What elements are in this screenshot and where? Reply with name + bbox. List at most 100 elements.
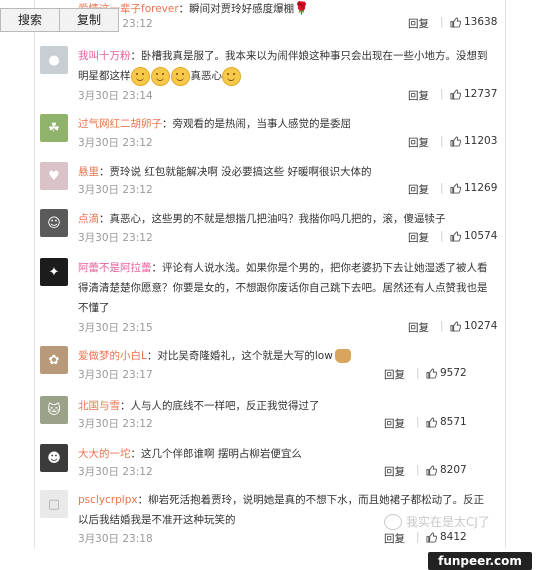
thumb-up-icon: [426, 416, 437, 428]
reply-link[interactable]: 回复: [384, 367, 405, 382]
comment-text: 我叫十万粉：卧槽我真是服了。我本来以为闹伴娘这种事只会出现在一些小地方。没想到明…: [78, 46, 488, 86]
like-count: 8412: [440, 531, 467, 543]
comment-text: 点滴：真恶心，这些男的不就是想揩几把油吗？我揩你吗几把的，滚，傻逼犊子: [78, 209, 488, 229]
wechat-icon: [384, 513, 402, 530]
comment-body: ：这几个伴郎谁啊 摆明占柳岩便宜么: [130, 448, 302, 460]
thumb-up-icon: [426, 531, 437, 543]
smile-emoji-icon: [170, 66, 190, 86]
avatar[interactable]: ▢: [40, 490, 68, 518]
like-button[interactable]: 8207: [426, 464, 467, 476]
avatar[interactable]: ☺: [40, 209, 68, 237]
reply-link[interactable]: 回复: [408, 88, 429, 103]
like-button[interactable]: 9572: [426, 367, 467, 379]
comment-time: 3月30日 23:12: [78, 232, 153, 244]
comment-username[interactable]: psclycrplpx: [78, 494, 138, 506]
comment-body-tail: 真恶心: [190, 70, 223, 82]
divider: |: [440, 16, 444, 28]
smile-emoji-icon: [222, 66, 241, 86]
comment-username[interactable]: 爱做梦的小白L: [78, 350, 147, 362]
avatar[interactable]: ♥: [40, 162, 68, 190]
context-toolbar: 搜索 复制: [0, 8, 119, 32]
reply-link[interactable]: 回复: [408, 16, 429, 31]
avatar[interactable]: ✿: [40, 346, 68, 374]
like-count: 8571: [440, 416, 467, 428]
reply-link[interactable]: 回复: [408, 320, 429, 335]
thumb-up-icon: [426, 367, 437, 379]
like-button[interactable]: 11203: [450, 135, 497, 147]
like-button[interactable]: 13638: [450, 16, 497, 28]
comment-username[interactable]: 大大的一坨: [78, 448, 131, 460]
reply-link[interactable]: 回复: [408, 182, 429, 197]
reply-link[interactable]: 回复: [408, 135, 429, 150]
site-logo: funpeer.com: [428, 552, 532, 570]
like-button[interactable]: 12737: [450, 88, 497, 100]
comment-username[interactable]: 北国与雪: [78, 400, 120, 412]
like-count: 8207: [440, 464, 467, 476]
avatar[interactable]: ☘: [40, 114, 68, 142]
reply-link[interactable]: 回复: [408, 230, 429, 245]
divider: |: [440, 135, 444, 147]
comment-text: 大大的一坨：这几个伴郎谁啊 摆明占柳岩便宜么: [78, 444, 488, 464]
comment-body: ：对比吴奇隆婚礼，这个就是大写的low: [146, 350, 333, 362]
smile-emoji-icon: [130, 66, 150, 86]
comment-username[interactable]: 悬里: [78, 166, 99, 178]
search-button[interactable]: 搜索: [0, 8, 60, 32]
wechat-watermark: 我实在是太CJ了: [384, 513, 490, 530]
avatar[interactable]: ☻: [40, 444, 68, 472]
like-count: 9572: [440, 367, 467, 379]
comment-text: 过气网红二胡卵子：旁观看的是热闹，当事人感觉的是委屈: [78, 114, 488, 134]
comment-body: ：旁观看的是热闹，当事人感觉的是委屈: [162, 118, 351, 130]
comment-time: 3月30日 23:12: [78, 466, 153, 478]
like-button[interactable]: 8571: [426, 416, 467, 428]
like-count: 13638: [464, 16, 498, 28]
avatar[interactable]: 🐱: [40, 396, 68, 424]
comment-time: 3月30日 23:12: [78, 137, 153, 149]
comment-time: 3月30日 23:17: [78, 369, 153, 381]
like-button[interactable]: 8412: [426, 531, 467, 543]
comment-body: ：瞬间对贾玲好感度爆棚: [178, 3, 295, 15]
comment-body: ：真恶心，这些男的不就是想揩几把油吗？我揩你吗几把的，滚，傻逼犊子: [99, 213, 446, 225]
divider: |: [416, 416, 420, 428]
thumb-up-icon: [450, 135, 461, 147]
thumb-up-icon: [450, 16, 461, 28]
divider: |: [440, 320, 444, 332]
divider: |: [440, 230, 444, 242]
comment-text: 爱做梦的小白L：对比吴奇隆婚礼，这个就是大写的low: [78, 346, 488, 366]
rose-icon: 🌹: [294, 1, 310, 15]
like-button[interactable]: 10574: [450, 230, 497, 242]
comment-username[interactable]: 阿蕾不是阿拉蕾: [78, 262, 152, 274]
like-count: 10574: [464, 230, 498, 242]
reply-link[interactable]: 回复: [384, 531, 405, 546]
like-count: 11203: [464, 135, 498, 147]
like-count: 11269: [464, 182, 498, 194]
avatar[interactable]: ●: [40, 46, 68, 74]
comment-time: 3月30日 23:12: [78, 418, 153, 430]
avatar[interactable]: ✦: [40, 258, 68, 286]
thumb-up-icon: [450, 88, 461, 100]
watermark-text: 我实在是太CJ了: [406, 515, 490, 529]
reply-link[interactable]: 回复: [384, 416, 405, 431]
divider: |: [440, 88, 444, 100]
smile-emoji-icon: [150, 66, 170, 86]
comment-time: 3月30日 23:12: [78, 184, 153, 196]
reply-link[interactable]: 回复: [384, 464, 405, 479]
like-count: 12737: [464, 88, 498, 100]
comment-time: 3月30日 23:18: [78, 533, 153, 545]
comment-time: 3月30日 23:15: [78, 322, 153, 334]
thumb-up-icon: [450, 230, 461, 242]
comment-username[interactable]: 我叫十万粉: [78, 50, 131, 62]
comment-username[interactable]: 过气网红二胡卵子: [78, 118, 162, 130]
like-count: 10274: [464, 320, 498, 332]
like-button[interactable]: 11269: [450, 182, 497, 194]
copy-button[interactable]: 复制: [60, 8, 119, 32]
comment-text: 北国与雪：人与人的底线不一样吧，反正我觉得过了: [78, 396, 488, 416]
comment-text: 阿蕾不是阿拉蕾：评论有人说水浅。如果你是个男的，把你老婆扔下去让她湿透了被人看得…: [78, 258, 488, 318]
comment-username[interactable]: 点滴: [78, 213, 99, 225]
thumb-up-icon: [450, 182, 461, 194]
divider: |: [440, 182, 444, 194]
divider: |: [416, 464, 420, 476]
comment-text: 悬里：贾玲说 红包就能解决啊 没必要搞这些 好暖啊很识大体的: [78, 162, 488, 182]
divider: |: [416, 531, 420, 543]
comment-body: ：人与人的底线不一样吧，反正我觉得过了: [120, 400, 320, 412]
like-button[interactable]: 10274: [450, 320, 497, 332]
